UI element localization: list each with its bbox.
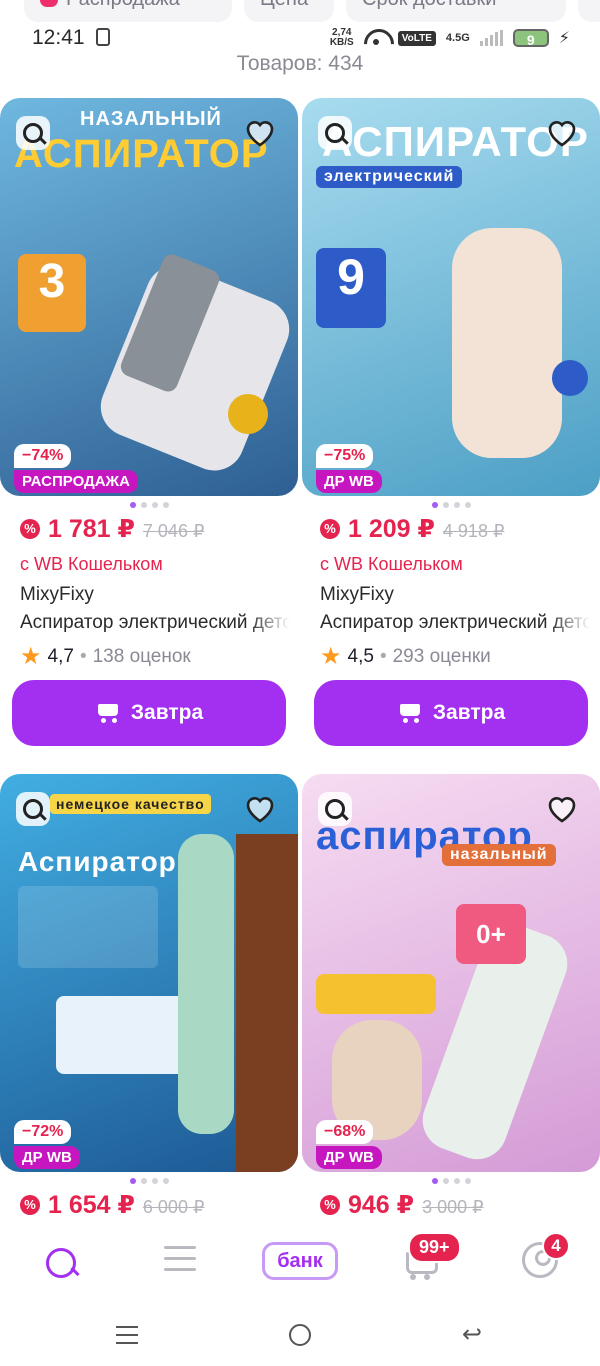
wood-panel [236,834,298,1172]
image-pager [130,502,169,508]
old-price: 3 000 ₽ [422,1197,484,1217]
filter-chip-sale[interactable]: Распродажа [24,0,232,22]
product-count: Товаров: 434 [236,52,364,75]
wallet-note: с WB Кошельком [20,554,163,574]
favorite-heart-icon[interactable] [244,118,276,148]
attachments-badge: 3 [18,254,86,332]
features-panel [18,886,158,968]
battery-icon: 9 [512,29,549,48]
back-icon[interactable]: ↩ [462,1323,484,1347]
old-price: 4 918 ₽ [442,521,505,541]
aspirator-picture [178,834,234,1134]
image-pager [432,1178,471,1184]
star-icon: ★ [320,643,342,670]
network-type: 4.5G [445,32,470,44]
sale-percent-icon: % [20,519,40,539]
filter-chip-price[interactable]: Цена [244,0,334,22]
image-search-icon[interactable] [16,116,50,150]
product-image[interactable]: НАЗАЛЬНЫЙ АСПИРАТОР 3 −74% РАСПРОДАЖА [0,98,298,496]
network-speed: 2,74 KB/S [329,27,354,48]
price-row: % 1 781 ₽ 7 046 ₽ [20,514,204,544]
product-image[interactable]: АСПИРАТОР электрический 9 −75% ДР WB [302,98,600,496]
old-price: 7 046 ₽ [142,521,205,541]
star-icon: ★ [20,643,42,670]
home-icon[interactable] [289,1324,311,1346]
image-search-icon[interactable] [318,116,352,150]
wifi-icon [364,29,388,47]
status-bar: 12:41 2,74 KB/S VoLTE 4.5G 9 ⚡ [0,22,600,54]
modes-badge: 9 [316,248,386,328]
recent-apps-icon[interactable] [116,1326,138,1350]
cart-icon [95,702,121,724]
sale-percent-icon: % [20,1195,40,1215]
image-search-icon[interactable] [318,792,352,826]
product-image[interactable]: аспиратор назальный 0+ −68% ДР WB [302,774,600,1172]
promo-tag: РАСПРОДАЖА [14,470,138,493]
filter-chip-more[interactable] [578,0,600,22]
product-name[interactable]: Аспиратор электрический детский [20,612,290,634]
wallet-note: с WB Кошельком [320,554,463,574]
rating: ★ 4,7 • 138 оценок [20,643,191,670]
cart-count-badge: 99+ [408,1232,461,1263]
discount-badge: −75% [316,444,374,468]
bottom-navigation: банк [0,1216,600,1306]
discount-badge: −72% [14,1120,72,1144]
price-row: % 1 209 ₽ 4 918 ₽ [320,514,504,544]
favorite-heart-icon[interactable] [546,794,578,824]
age-badge: 0+ [456,904,526,964]
add-to-cart-button[interactable]: Завтра [12,680,286,746]
cart-icon [397,702,423,724]
brand: MixyFixy [20,584,94,605]
warranty-seal [552,360,588,396]
home-search-icon[interactable] [44,1242,78,1278]
aspirator-picture [452,228,562,458]
promo-tag: ДР WB [14,1146,80,1169]
price: 1 781 ₽ [48,515,135,543]
discount-badge: −68% [316,1120,374,1144]
charging-icon: ⚡ [558,30,570,47]
add-to-cart-button[interactable]: Завтра [314,680,588,746]
rating: ★ 4,5 • 293 оценки [320,643,491,670]
promo-tag: ДР WB [316,1146,382,1169]
volte-badge: VoLTE [397,30,436,46]
bank-button[interactable]: банк [262,1242,338,1280]
sale-percent-icon: % [320,519,340,539]
product-name[interactable]: Аспиратор электрический детский [320,612,590,634]
image-pager [130,1178,169,1184]
sale-icon [40,0,58,7]
signal-icon [479,30,503,46]
favorite-heart-icon[interactable] [244,794,276,824]
image-pager [432,502,471,508]
gift-panel [56,996,186,1074]
system-navigation: ↩ [0,1306,600,1366]
discount-badge: −74% [14,444,72,468]
warranty-seal [228,394,268,434]
price: 1 209 ₽ [348,515,435,543]
image-search-icon[interactable] [16,792,50,826]
clipboard-icon [96,28,110,46]
catalog-menu-icon[interactable] [164,1246,196,1276]
old-price: 6 000 ₽ [142,1197,205,1217]
filter-chips: Распродажа Цена Срок доставки [0,0,600,24]
filter-chip-delivery[interactable]: Срок доставки [346,0,566,22]
promo-tag: ДР WB [316,470,382,493]
clock: 12:41 [32,26,85,49]
filters-badge [316,974,436,1014]
favorite-heart-icon[interactable] [546,118,578,148]
product-image[interactable]: немецкое качество Аспиратор −72% ДР WB [0,774,298,1172]
brand: MixyFixy [320,584,394,605]
sale-percent-icon: % [320,1195,340,1215]
profile-notification-badge: 4 [542,1232,570,1260]
